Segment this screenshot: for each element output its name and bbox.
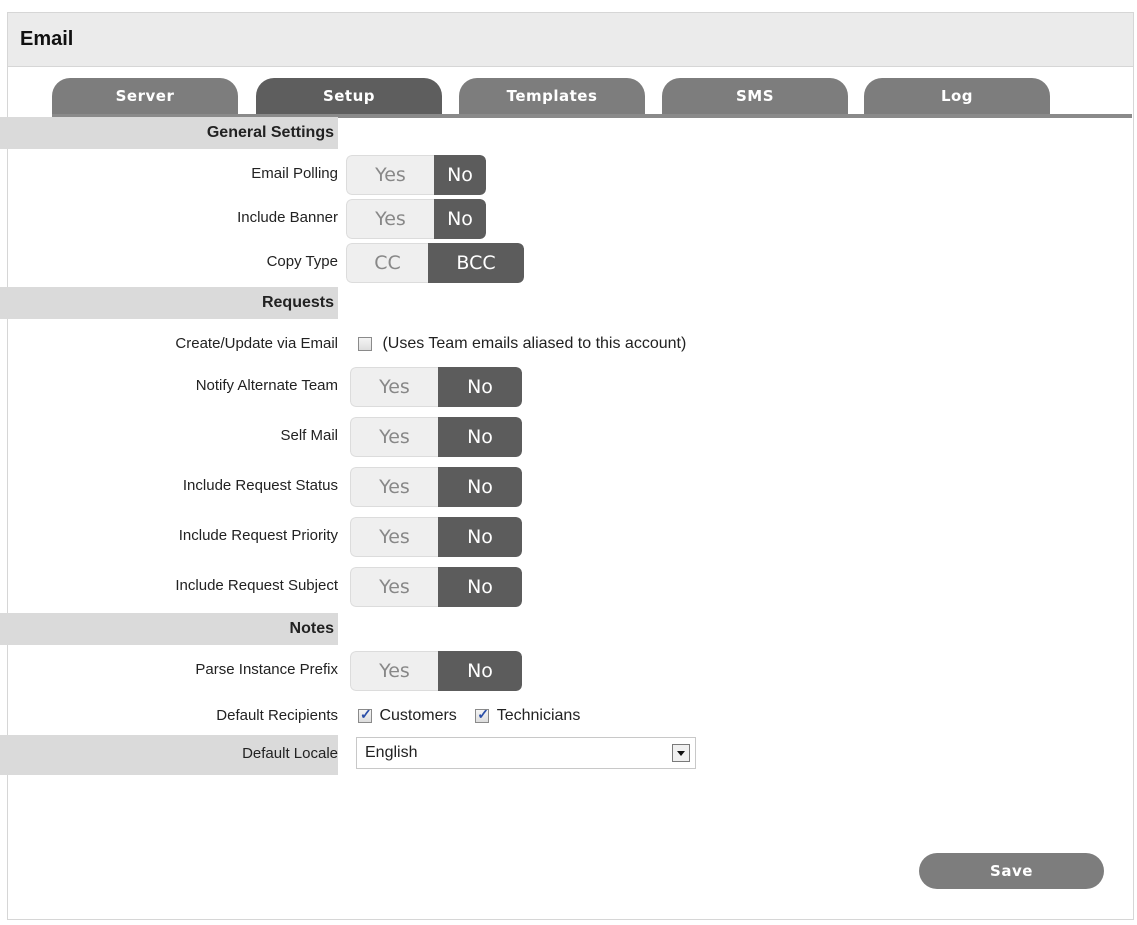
include-request-priority-toggle[interactable]: Yes No bbox=[350, 517, 522, 557]
include-request-status-toggle[interactable]: Yes No bbox=[350, 467, 522, 507]
row-include-request-subject: Include Request Subject Yes No bbox=[0, 567, 1127, 607]
no-option[interactable]: No bbox=[434, 155, 486, 195]
row-create-update-via-email: Create/Update via Email (Uses Team email… bbox=[0, 325, 1127, 367]
row-default-recipients: Default Recipients Customers Technicians bbox=[0, 701, 1127, 735]
self-mail-toggle[interactable]: Yes No bbox=[350, 417, 522, 457]
technicians-label: Technicians bbox=[496, 707, 581, 724]
row-default-locale: Default Locale English bbox=[0, 735, 1127, 775]
tab-sms[interactable]: SMS bbox=[662, 78, 848, 114]
customers-checkbox[interactable] bbox=[358, 706, 372, 723]
yes-option[interactable]: Yes bbox=[350, 417, 438, 457]
create-update-control: (Uses Team emails aliased to this accoun… bbox=[358, 335, 686, 353]
tab-setup[interactable]: Setup bbox=[256, 78, 442, 114]
bcc-option[interactable]: BCC bbox=[428, 243, 524, 283]
default-locale-select[interactable]: English bbox=[356, 737, 696, 769]
selected-locale: English bbox=[365, 744, 418, 761]
yes-option[interactable]: Yes bbox=[350, 367, 438, 407]
field-label: Default Locale bbox=[242, 745, 338, 762]
tab-server[interactable]: Server bbox=[52, 78, 238, 114]
row-self-mail: Self Mail Yes No bbox=[0, 417, 1127, 457]
no-option[interactable]: No bbox=[438, 567, 522, 607]
yes-option[interactable]: Yes bbox=[350, 467, 438, 507]
field-label: Include Request Status bbox=[182, 477, 338, 494]
no-option[interactable]: No bbox=[434, 199, 486, 239]
tab-bar: Server Setup Templates SMS Log bbox=[8, 68, 1135, 118]
email-polling-toggle[interactable]: Yes No bbox=[346, 155, 486, 195]
yes-option[interactable]: Yes bbox=[350, 651, 438, 691]
yes-option[interactable]: Yes bbox=[350, 517, 438, 557]
default-recipients-control: Customers Technicians bbox=[358, 706, 581, 725]
row-notify-alternate-team: Notify Alternate Team Yes No bbox=[0, 367, 1127, 407]
field-label: Default Recipients bbox=[216, 707, 338, 724]
include-request-subject-toggle[interactable]: Yes No bbox=[350, 567, 522, 607]
section-notes: Notes bbox=[0, 613, 338, 645]
section-title: Requests bbox=[261, 294, 334, 311]
no-option[interactable]: No bbox=[438, 417, 522, 457]
field-label: Include Request Priority bbox=[178, 527, 338, 544]
field-label: Include Banner bbox=[237, 209, 338, 226]
tab-log[interactable]: Log bbox=[864, 78, 1050, 114]
row-include-request-priority: Include Request Priority Yes No bbox=[0, 517, 1127, 557]
field-label: Copy Type bbox=[266, 253, 338, 270]
row-email-polling: Email Polling Yes No bbox=[0, 155, 1127, 195]
row-parse-instance-prefix: Parse Instance Prefix Yes No bbox=[0, 651, 1127, 691]
yes-option[interactable]: Yes bbox=[350, 567, 438, 607]
field-label: Include Request Subject bbox=[175, 577, 338, 594]
row-copy-type: Copy Type CC BCC bbox=[0, 243, 1127, 283]
cc-option[interactable]: CC bbox=[346, 243, 428, 283]
section-requests: Requests bbox=[0, 287, 338, 319]
yes-option[interactable]: Yes bbox=[346, 155, 434, 195]
include-banner-toggle[interactable]: Yes No bbox=[346, 199, 486, 239]
save-button[interactable]: Save bbox=[919, 853, 1104, 889]
section-general-settings: General Settings bbox=[0, 117, 338, 149]
dropdown-arrow-icon[interactable] bbox=[672, 744, 690, 762]
field-label: Email Polling bbox=[251, 165, 338, 182]
parse-instance-prefix-toggle[interactable]: Yes No bbox=[350, 651, 522, 691]
yes-option[interactable]: Yes bbox=[346, 199, 434, 239]
page-title: Email bbox=[20, 28, 74, 50]
tab-templates[interactable]: Templates bbox=[459, 78, 645, 114]
section-title: Notes bbox=[289, 620, 334, 637]
technicians-checkbox[interactable] bbox=[475, 706, 490, 723]
no-option[interactable]: No bbox=[438, 517, 522, 557]
section-title: General Settings bbox=[206, 124, 334, 141]
create-update-checkbox[interactable] bbox=[358, 337, 372, 351]
create-update-note: (Uses Team emails aliased to this accoun… bbox=[382, 335, 687, 352]
no-option[interactable]: No bbox=[438, 651, 522, 691]
field-label: Notify Alternate Team bbox=[195, 377, 338, 394]
field-label: Parse Instance Prefix bbox=[195, 661, 338, 678]
copy-type-toggle[interactable]: CC BCC bbox=[346, 243, 524, 283]
no-option[interactable]: No bbox=[438, 467, 522, 507]
customers-label: Customers bbox=[379, 707, 457, 724]
row-include-banner: Include Banner Yes No bbox=[0, 199, 1127, 239]
field-label: Self Mail bbox=[280, 427, 338, 444]
no-option[interactable]: No bbox=[438, 367, 522, 407]
field-label: Create/Update via Email bbox=[175, 335, 338, 352]
setup-form: General Settings Email Polling Yes No In… bbox=[0, 117, 1127, 775]
row-include-request-status: Include Request Status Yes No bbox=[0, 467, 1127, 507]
notify-alternate-team-toggle[interactable]: Yes No bbox=[350, 367, 522, 407]
title-bar: Email bbox=[8, 13, 1133, 67]
